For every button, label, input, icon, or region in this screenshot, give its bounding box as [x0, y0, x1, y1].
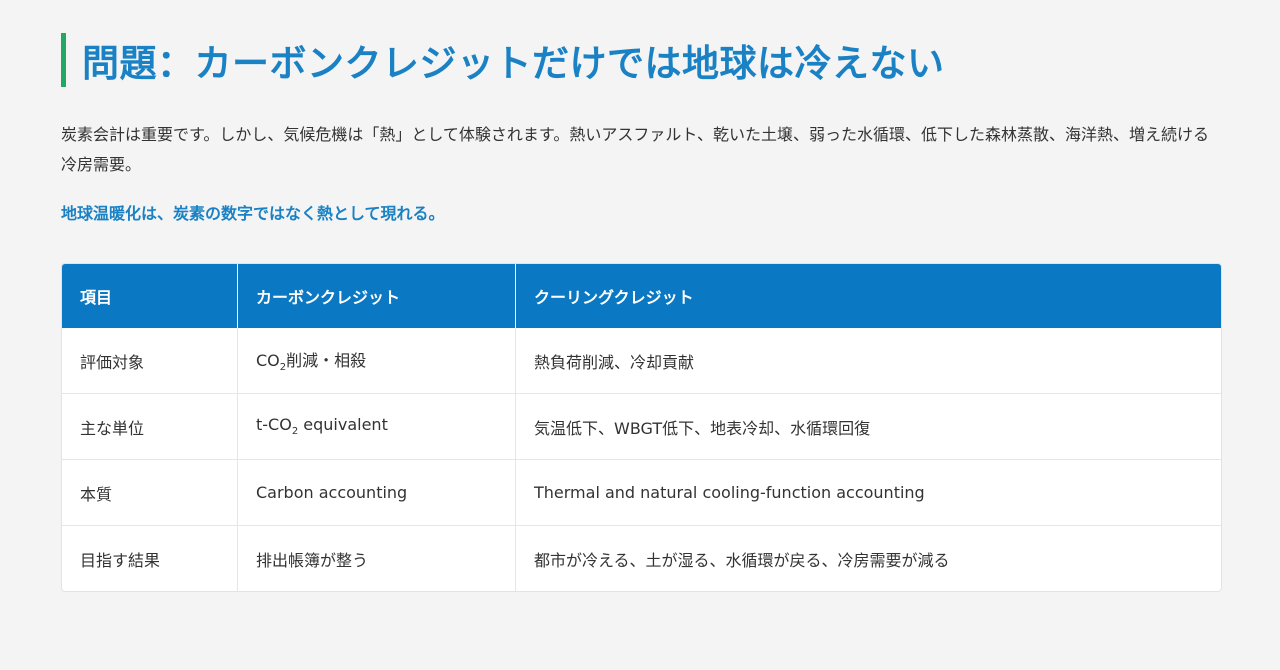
cell-cooling: 気温低下、WBGT低下、地表冷却、水循環回復 — [515, 393, 1221, 460]
cell-item: 評価対象 — [62, 328, 238, 394]
intro-paragraph: 炭素会計は重要です。しかし、気候危機は「熱」として体験されます。熱いアスファルト… — [61, 125, 1210, 174]
cell-carbon: 排出帳簿が整う — [237, 525, 516, 591]
table-header-row: 項目 カーボンクレジット クーリングクレジット — [62, 264, 1221, 328]
cell-cooling: 都市が冷える、土が湿る、水循環が戻る、冷房需要が減る — [515, 525, 1221, 591]
title-accent-bar — [61, 33, 66, 87]
highlight-statement: 地球温暖化は、炭素の数字ではなく熱として現れる。 — [61, 204, 445, 223]
cell-carbon: Carbon accounting — [237, 459, 516, 526]
cell-carbon-text: CO — [256, 351, 280, 371]
table-row: 目指す結果 排出帳簿が整う 都市が冷える、土が湿る、水循環が戻る、冷房需要が減る — [62, 525, 1221, 591]
cell-carbon: t-CO2 equivalent — [237, 393, 516, 460]
comparison-table: 項目 カーボンクレジット クーリングクレジット 評価対象 CO2削減・相殺 熱負… — [61, 263, 1222, 592]
table-row: 主な単位 t-CO2 equivalent 気温低下、WBGT低下、地表冷却、水… — [62, 393, 1221, 460]
header-item: 項目 — [62, 264, 238, 328]
cell-carbon: CO2削減・相殺 — [237, 328, 516, 394]
header-carbon-credit: カーボンクレジット — [237, 264, 516, 328]
table-row: 本質 Carbon accounting Thermal and natural… — [62, 459, 1221, 526]
table-row: 評価対象 CO2削減・相殺 熱負荷削減、冷却貢献 — [62, 328, 1221, 394]
cell-carbon-text: t-CO — [256, 415, 292, 435]
cell-item: 主な単位 — [62, 393, 238, 460]
header-cooling-credit: クーリングクレジット — [515, 264, 1221, 328]
cell-carbon-suffix: 削減・相殺 — [286, 351, 367, 371]
title-block: 問題：カーボンクレジットだけでは地球は冷えない — [61, 33, 945, 87]
page-title: 問題：カーボンクレジットだけでは地球は冷えない — [82, 42, 945, 85]
cell-carbon-suffix: equivalent — [298, 415, 388, 435]
cell-item: 本質 — [62, 459, 238, 526]
cell-cooling: 熱負荷削減、冷却貢献 — [534, 352, 695, 372]
cell-cooling: Thermal and natural cooling-function acc… — [515, 459, 1221, 526]
cell-item: 目指す結果 — [62, 525, 238, 591]
